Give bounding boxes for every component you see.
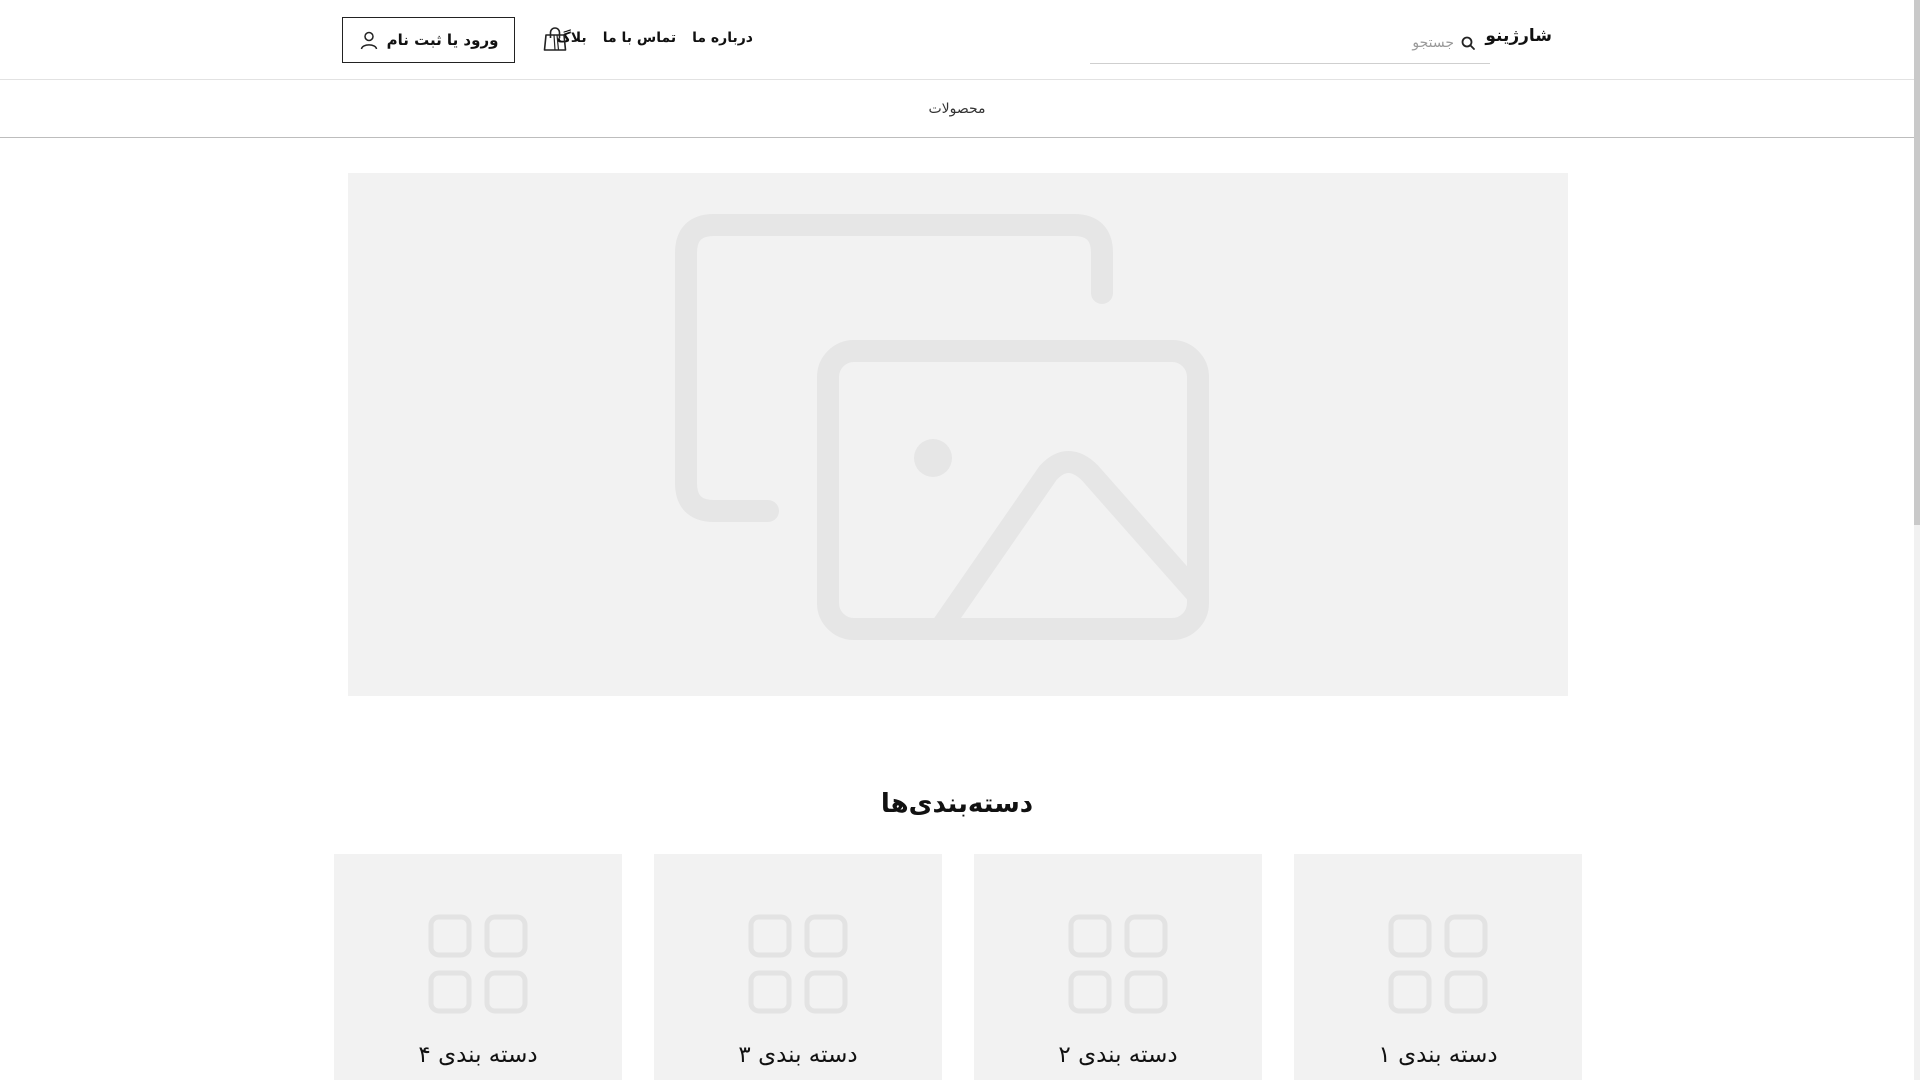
- search-input[interactable]: [1124, 34, 1454, 51]
- image-placeholder-icon: [675, 214, 1209, 640]
- nav-products[interactable]: محصولات: [928, 101, 985, 117]
- category-label: دسته بندی ۳: [738, 1042, 858, 1068]
- category-label: دسته بندی ۴: [418, 1042, 538, 1068]
- grid-icon: [428, 914, 528, 1014]
- nav-contact[interactable]: تماس با ما: [603, 30, 676, 46]
- login-label: ورود یا ثبت نام: [386, 31, 499, 49]
- scrollbar-thumb[interactable]: [1914, 0, 1920, 525]
- shopping-bag-icon: [543, 27, 567, 51]
- grid-icon: [748, 914, 848, 1014]
- page-scrollbar[interactable]: [1914, 0, 1920, 1080]
- cart-button[interactable]: [542, 26, 568, 52]
- category-label: دسته بندی ۲: [1058, 1042, 1178, 1068]
- user-icon: [360, 31, 377, 50]
- page: شارژینو درباره ما تماس با ما بلاگ ورود ی…: [0, 0, 1920, 1080]
- grid-icon: [1388, 914, 1488, 1014]
- site-logo[interactable]: شارژینو: [1485, 26, 1552, 46]
- login-register-button[interactable]: ورود یا ثبت نام: [342, 17, 515, 63]
- site-header: شارژینو درباره ما تماس با ما بلاگ ورود ی…: [0, 0, 1914, 80]
- category-card-4[interactable]: دسته بندی ۴: [334, 854, 622, 1080]
- category-label: دسته بندی ۱: [1378, 1042, 1498, 1068]
- main-nav: درباره ما تماس با ما بلاگ: [556, 30, 753, 46]
- grid-icon: [1068, 914, 1168, 1014]
- categories-title: دسته‌بندی‌ها: [880, 789, 1034, 819]
- category-card-2[interactable]: دسته بندی ۲: [974, 854, 1262, 1080]
- sub-navigation: محصولات: [0, 80, 1914, 138]
- nav-about[interactable]: درباره ما: [692, 30, 753, 46]
- categories-list: دسته بندی ۱ دسته بندی ۲ دسته بندی ۳ دسته…: [0, 854, 1920, 1080]
- hero-banner[interactable]: [348, 173, 1568, 696]
- category-card-3[interactable]: دسته بندی ۳: [654, 854, 942, 1080]
- search-icon[interactable]: [1460, 35, 1476, 51]
- search-bar[interactable]: [1090, 22, 1490, 64]
- category-card-1[interactable]: دسته بندی ۱: [1294, 854, 1582, 1080]
